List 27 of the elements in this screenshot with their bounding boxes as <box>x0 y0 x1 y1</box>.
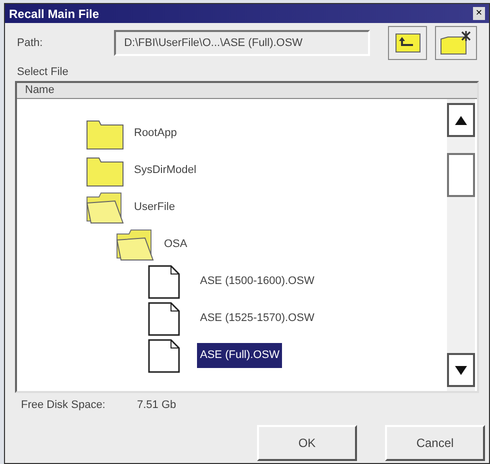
ok-button[interactable]: OK <box>257 425 357 461</box>
column-header[interactable]: Name <box>17 83 477 99</box>
free-space-label: Free Disk Space: <box>21 398 106 413</box>
up-triangle-icon <box>455 116 467 124</box>
down-triangle-icon <box>455 366 467 374</box>
close-button[interactable]: × <box>473 7 485 20</box>
scroll-down-button[interactable] <box>447 353 475 387</box>
scroll-thumb[interactable] <box>447 153 475 197</box>
cancel-button[interactable]: Cancel <box>385 425 485 461</box>
folder-item[interactable]: RootApp <box>131 121 180 146</box>
window-title: Recall Main File <box>9 6 100 22</box>
up-folder-button[interactable] <box>388 26 428 60</box>
select-file-label: Select File <box>16 65 70 80</box>
folder-item[interactable]: OSA <box>161 232 190 257</box>
scroll-up-button[interactable] <box>447 103 475 137</box>
file-item[interactable]: ASE (Full).OSW <box>197 343 282 368</box>
path-field[interactable]: D:\FBI\UserFile\O...\ASE (Full).OSW <box>114 30 370 56</box>
new-folder-icon <box>440 31 472 55</box>
free-space-value: 7.51 Gb <box>137 398 176 413</box>
new-folder-button[interactable] <box>435 26 477 60</box>
folder-item[interactable]: UserFile <box>131 195 178 220</box>
file-item[interactable]: ASE (1500-1600).OSW <box>197 269 318 294</box>
path-label: Path: <box>17 36 44 51</box>
folder-item[interactable]: SysDirModel <box>131 158 200 183</box>
up-arrow-folder-icon <box>394 33 421 53</box>
scrollbar[interactable] <box>447 99 475 391</box>
file-item[interactable]: ASE (1525-1570).OSW <box>197 306 318 331</box>
